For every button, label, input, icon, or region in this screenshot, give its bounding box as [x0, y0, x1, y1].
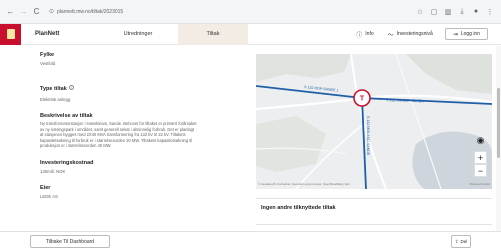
zoom-out-button[interactable]: − [474, 164, 487, 177]
download-icon[interactable]: ⤓ [455, 4, 469, 20]
scroll-thumb[interactable] [497, 88, 500, 158]
type-label: Type tiltak [40, 86, 67, 92]
type-info-icon[interactable]: i [68, 85, 74, 90]
info-icon: ⓘ [356, 32, 363, 39]
profile-icon[interactable]: ● [469, 4, 483, 20]
login-button[interactable]: ⇥ Logg inn [444, 28, 488, 40]
scrollbar[interactable] [496, 46, 501, 232]
owner-label: Eier [40, 184, 51, 191]
reload-icon[interactable]: C [30, 4, 43, 20]
fylke-label: Fylke [40, 52, 55, 58]
cost-value: 130mill. NOK [40, 168, 66, 174]
fylke-value: Vestfold [40, 61, 56, 66]
star-icon[interactable]: ☆ [413, 4, 427, 20]
back-arrow-icon[interactable]: ← [4, 4, 17, 20]
description-text: Ny transformatorstasjon i Hanekleiva, Sa… [40, 121, 240, 149]
url-text[interactable]: plannett.mw.no/tiltak/2023015 [57, 9, 123, 15]
sidebar-icon[interactable]: ▥ [441, 4, 455, 20]
related-title: Ingen andre tilknyttede tiltak [261, 205, 336, 211]
trend-line-icon: 〜 [387, 32, 394, 39]
back-to-dashboard-button[interactable]: Tilbake Til Dashboard [30, 235, 110, 248]
extensions-icon[interactable]: ▢ [427, 4, 441, 20]
locate-button[interactable]: ◉ [474, 134, 487, 147]
zoom-in-button[interactable]: + [474, 151, 487, 164]
browser-toolbar: ← → C ⊙ plannett.mw.no/tiltak/2023015 ☆ … [0, 0, 501, 24]
esri-credit[interactable]: Powered by Esri [470, 182, 490, 186]
share-button[interactable]: ⇪ Del [451, 235, 471, 248]
info-link[interactable]: ⓘ Info [356, 30, 373, 39]
address-bar[interactable]: ⊙ plannett.mw.no/tiltak/2023015 [49, 4, 413, 20]
investment-link[interactable]: 〜 Investeringsnivå [388, 30, 433, 39]
logo-emblem-icon [6, 29, 15, 39]
menu-icon[interactable]: ⋮ [483, 4, 497, 20]
footer: Tilbake Til Dashboard ⇪ Del [0, 231, 501, 250]
forward-arrow-icon[interactable]: → [17, 4, 30, 20]
tab-tiltak[interactable]: Tiltak [178, 23, 248, 45]
map-view[interactable]: S 132 HOF-SANDE 1 S 132 SANDE - ELKEM S … [256, 54, 492, 189]
related-tiltak-section: Ingen andre tilknyttede tiltak [256, 198, 492, 225]
share-icon: ⇪ [454, 238, 459, 244]
type-value: Elektrisk anlegg [40, 97, 71, 102]
tiltak-details: Fylke Vestfold Type tiltak i Elektrisk an… [40, 52, 244, 199]
type-label-row: Type tiltak i [40, 77, 244, 95]
owner-value: LEDE AS [40, 193, 58, 199]
tab-utredninger[interactable]: Utredninger [104, 24, 172, 45]
description-line: produksjon er i størrelsesorden 40 MW. [40, 143, 112, 148]
description-label: Beskrivelse av tiltak [40, 113, 93, 119]
app-name[interactable]: PlanNett [35, 31, 104, 37]
map-canvas[interactable]: S 132 HOF-SANDE 1 S 132 SANDE - ELKEM S … [256, 54, 492, 189]
line-label-moland-sande: S 132 MOLAND-SANDE [366, 116, 370, 156]
site-info-icon[interactable]: ⊙ [49, 8, 54, 15]
map-attribution[interactable]: © Geodata AS, Kartverket, Geovekst og ko… [258, 182, 350, 186]
locate-icon: ◉ [476, 135, 485, 145]
station-marker-symbol: T [360, 96, 365, 103]
share-label: Del [460, 239, 468, 244]
login-icon: ⇥ [452, 31, 458, 38]
app-header: PlanNett Utredninger Tiltak ⓘ Info 〜 Inv… [0, 23, 501, 45]
logo[interactable] [0, 23, 21, 45]
cost-label: Investeringskostnad [40, 159, 94, 166]
